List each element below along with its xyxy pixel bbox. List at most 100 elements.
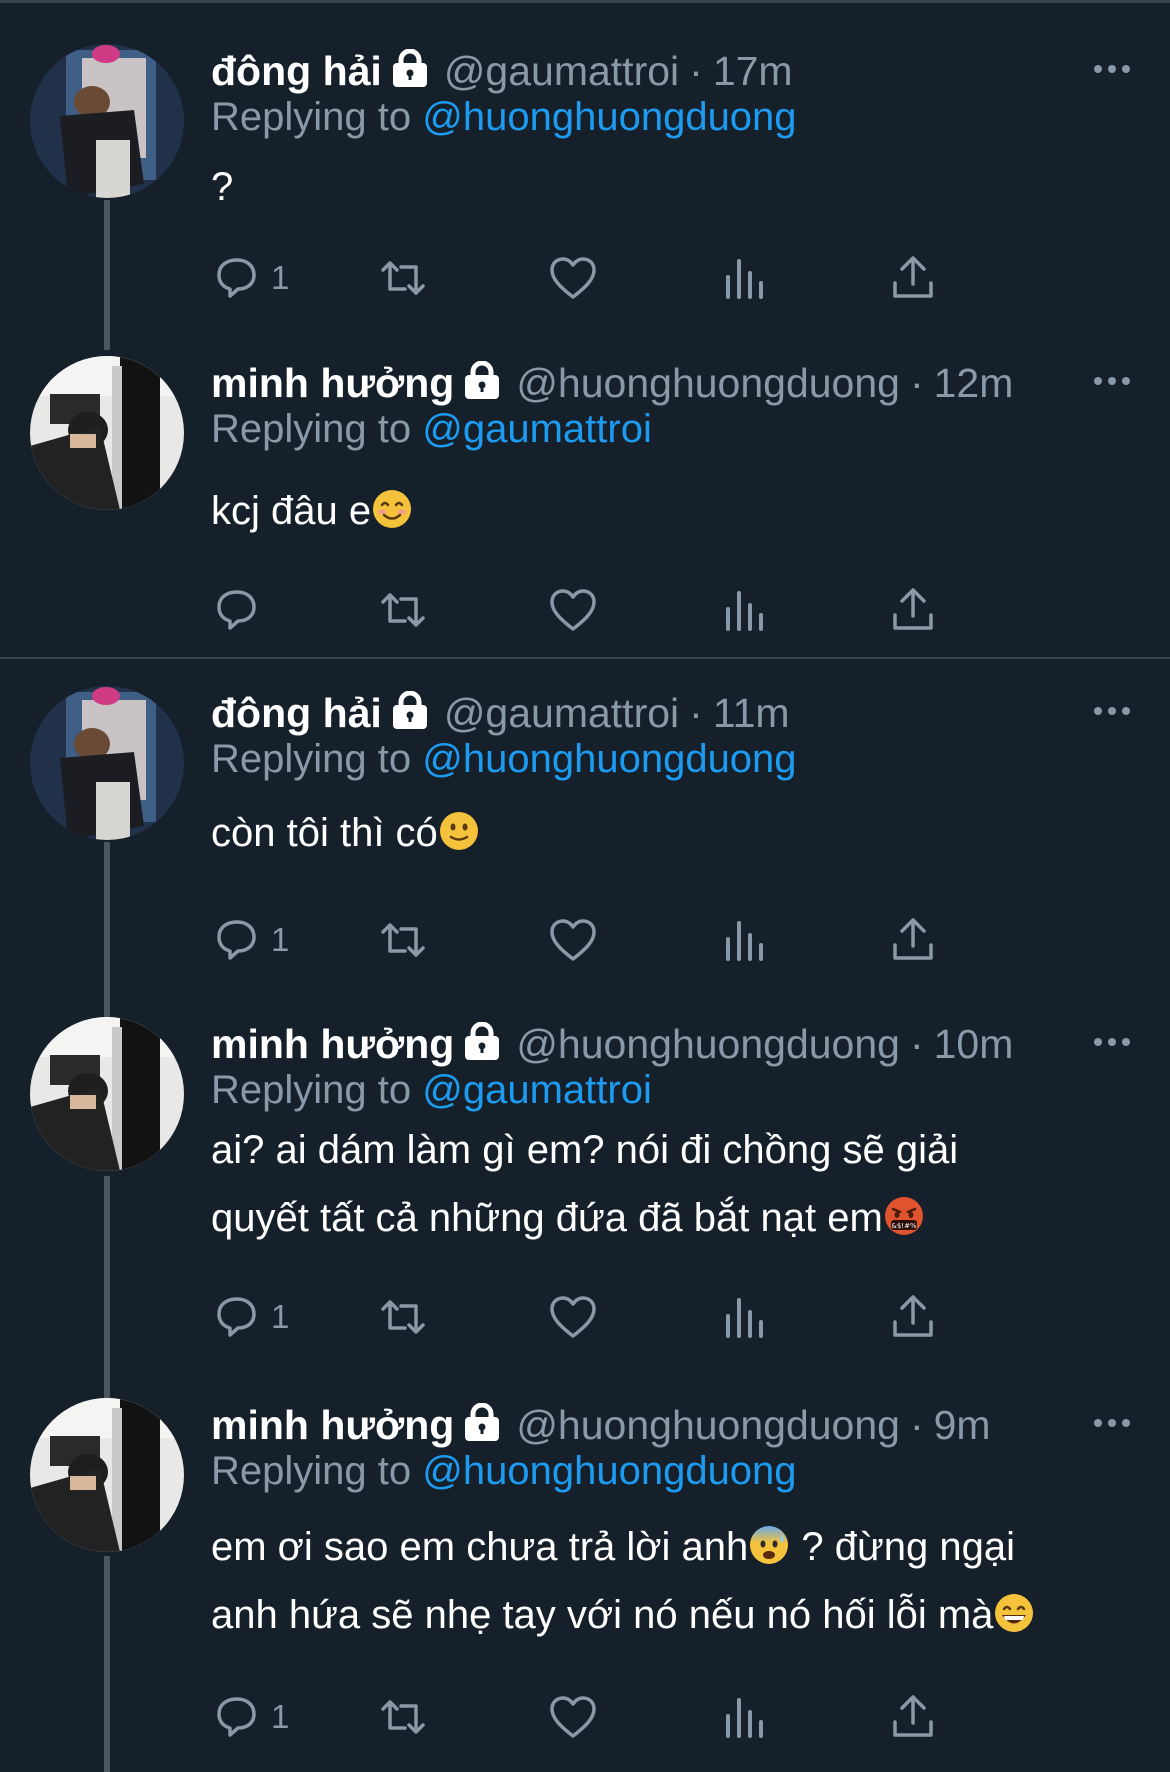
timestamp[interactable]: 12m — [934, 359, 1014, 407]
share-icon — [893, 1695, 933, 1737]
reply-count: 1 — [271, 1698, 290, 1735]
reply-icon — [217, 258, 256, 298]
reply-button[interactable]: 1 — [211, 253, 289, 303]
separator-dot: · — [689, 48, 703, 94]
tweet-header: minh hưởng @huonghuongduong · 12m — [211, 357, 1130, 407]
tweet-header: đông hải @gaumattroi · 11m — [211, 687, 1130, 737]
analytics-button[interactable] — [719, 1292, 769, 1342]
lock-icon — [392, 49, 427, 87]
tweet-text: ? — [211, 153, 1130, 221]
like-button[interactable] — [548, 915, 598, 965]
analytics-icon — [726, 259, 763, 299]
heart-icon — [550, 1696, 596, 1738]
retweet-button[interactable] — [378, 915, 428, 965]
more-options-icon[interactable] — [1070, 687, 1130, 735]
avatar[interactable] — [30, 686, 184, 840]
reply-button[interactable]: 1 — [211, 1292, 289, 1342]
replying-to: Replying to @huonghuongduong — [211, 735, 1130, 783]
tweet-actions: 1 — [211, 1292, 1041, 1342]
user-handle[interactable]: @huonghuongduong — [516, 1020, 900, 1068]
lock-icon — [392, 691, 427, 729]
retweet-button[interactable] — [378, 1692, 428, 1742]
tweet-text-line-wrap: anh hứa sẽ nhẹ tay với nó nếu nó hối lỗi… — [211, 1581, 1130, 1649]
share-button[interactable] — [888, 253, 938, 303]
tweet-text-line: anh hứa sẽ nhẹ tay với nó nếu nó hối lỗi… — [211, 1593, 994, 1637]
lock-icon — [465, 1403, 500, 1441]
lock-icon — [465, 1022, 500, 1060]
user-handle[interactable]: @gaumattroi — [444, 47, 679, 95]
timestamp[interactable]: 9m — [934, 1401, 991, 1449]
like-button[interactable] — [548, 1692, 598, 1742]
retweet-button[interactable] — [378, 1292, 428, 1342]
replying-to-label: Replying to — [211, 1068, 412, 1112]
replying-to-label: Replying to — [211, 1449, 412, 1493]
analytics-button[interactable] — [719, 915, 769, 965]
more-options-icon[interactable] — [1070, 1018, 1130, 1066]
mention-link[interactable]: @huonghuongduong — [422, 737, 796, 781]
analytics-button[interactable] — [719, 1692, 769, 1742]
anxious-face-emoji — [750, 1526, 789, 1564]
share-button[interactable] — [888, 1292, 938, 1342]
share-button[interactable] — [888, 915, 938, 965]
tweet-text-line-wrap: em ơi sao em chưa trả lời anh ? đừng ngạ… — [211, 1513, 1130, 1581]
mention-link[interactable]: @gaumattroi — [422, 1068, 652, 1112]
tweet-header: minh hưởng @huonghuongduong · 10m — [211, 1018, 1130, 1068]
display-name[interactable]: đông hải — [211, 689, 382, 737]
like-button[interactable] — [548, 585, 598, 635]
like-button[interactable] — [548, 253, 598, 303]
retweet-icon — [381, 923, 425, 957]
mention-link[interactable]: @gaumattroi — [422, 407, 652, 451]
tweet-actions — [211, 585, 1041, 635]
thread-line — [104, 1176, 110, 1398]
retweet-icon — [381, 1300, 425, 1334]
retweet-button[interactable] — [378, 585, 428, 635]
avatar[interactable] — [30, 1398, 184, 1552]
svg-text:&$!#%: &$!#% — [891, 1222, 917, 1230]
display-name[interactable]: minh hưởng — [211, 1401, 454, 1449]
separator-dot: · — [909, 1402, 924, 1448]
mention-link[interactable]: @huonghuongduong — [422, 1449, 796, 1493]
tweet-text-line-wrap: quyết tất cả những đứa đã bắt nạt em &$!#… — [211, 1184, 1130, 1252]
retweet-button[interactable] — [378, 253, 428, 303]
analytics-button[interactable] — [719, 585, 769, 635]
user-handle[interactable]: @huonghuongduong — [516, 359, 900, 407]
more-options-icon[interactable] — [1070, 1399, 1130, 1447]
share-button[interactable] — [888, 1692, 938, 1742]
display-name[interactable]: đông hải — [211, 47, 382, 95]
replying-to-label: Replying to — [211, 95, 412, 139]
tweet-text-line: ? đừng ngại — [790, 1525, 1015, 1569]
replying-to-label: Replying to — [211, 407, 412, 451]
like-button[interactable] — [548, 1292, 598, 1342]
analytics-icon — [726, 1698, 763, 1738]
share-button[interactable] — [888, 585, 938, 635]
avatar[interactable] — [30, 356, 184, 510]
tweet-thread: đông hải @gaumattroi · 17m Replying to @… — [0, 0, 1170, 1772]
analytics-icon — [726, 1298, 763, 1338]
user-handle[interactable]: @huonghuongduong — [516, 1401, 900, 1449]
reply-button[interactable]: 1 — [211, 1692, 289, 1742]
tweet-text-line: quyết tất cả những đứa đã bắt nạt em — [211, 1196, 883, 1240]
photo-avatar-minhhuong — [30, 1398, 184, 1552]
avatar[interactable] — [30, 1017, 184, 1171]
grinning-face-emoji — [995, 1594, 1034, 1632]
analytics-icon — [726, 591, 763, 631]
heart-icon — [550, 589, 596, 631]
more-options-icon[interactable] — [1070, 357, 1130, 405]
user-handle[interactable]: @gaumattroi — [444, 689, 679, 737]
display-name[interactable]: minh hưởng — [211, 359, 454, 407]
avatar[interactable] — [30, 44, 184, 198]
share-icon — [893, 256, 933, 298]
analytics-icon — [726, 921, 763, 961]
slightly-smiling-face-emoji — [439, 812, 478, 850]
reply-button[interactable] — [211, 585, 271, 635]
timestamp[interactable]: 11m — [713, 689, 790, 737]
reply-button[interactable]: 1 — [211, 915, 289, 965]
mention-link[interactable]: @huonghuongduong — [422, 95, 796, 139]
share-icon — [893, 1295, 933, 1337]
timestamp[interactable]: 10m — [934, 1020, 1014, 1068]
timestamp[interactable]: 17m — [713, 47, 793, 95]
thread-line — [104, 200, 110, 350]
display-name[interactable]: minh hưởng — [211, 1020, 454, 1068]
analytics-button[interactable] — [719, 253, 769, 303]
more-options-icon[interactable] — [1070, 45, 1130, 93]
